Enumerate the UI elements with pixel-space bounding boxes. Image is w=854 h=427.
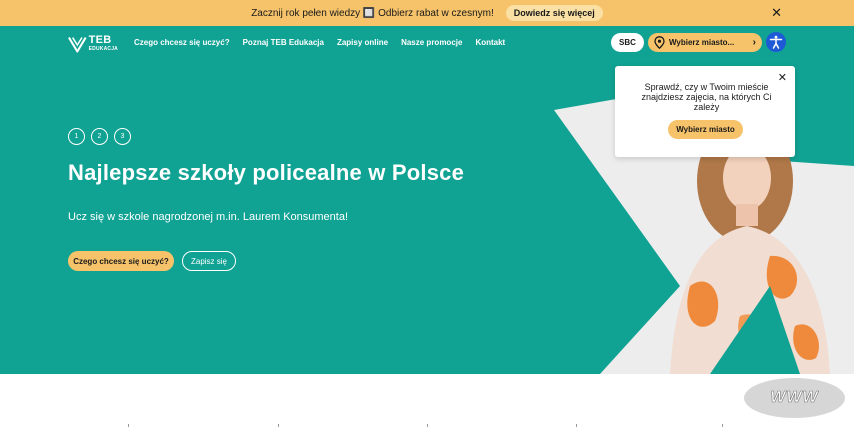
slide-dot-2[interactable]: 2 [91,128,108,145]
promo-bar: Zacznij rok pełen wiedzy 🔲 Odbierz rabat… [0,0,854,26]
sbc-button[interactable]: SBC [611,33,644,52]
location-pin-icon [654,36,665,49]
city-select-button[interactable]: Wybierz miasto... › [648,33,762,52]
teb-logo-mark-icon [68,37,87,53]
slider-pagination: 1 2 3 [68,128,131,145]
popup-text: Sprawdź, czy w Twoim mieście znajdziesz … [641,82,772,112]
nav-item-about[interactable]: Poznaj TEB Edukacja [243,38,324,47]
logo-sub-text: EDUKACJA [88,46,118,52]
nav-item-promotions[interactable]: Nasze promocje [401,38,462,47]
popup-choose-city-button[interactable]: Wybierz miasto [668,120,743,139]
nav-item-contact[interactable]: Kontakt [475,38,505,47]
promo-close-icon[interactable]: ✕ [771,5,782,21]
main-nav: Czego chcesz się uczyć? Poznaj TEB Eduka… [134,38,505,47]
hero-subtitle: Ucz się w szkole nagrodzonej m.in. Laure… [68,211,349,223]
content-section [0,374,854,427]
enroll-cta-button[interactable]: Zapisz się [182,251,236,271]
nav-item-enrollment[interactable]: Zapisy online [337,38,388,47]
promo-text: Zacznij rok pełen wiedzy 🔲 Odbierz rabat… [251,7,494,19]
accessibility-icon [769,35,783,49]
hero-title: Najlepsze szkoły policealne w Polsce [68,160,465,185]
chevron-right-icon: › [752,37,756,48]
courses-cta-button[interactable]: Czego chcesz się uczyć? [68,251,174,271]
slide-dot-3[interactable]: 3 [114,128,131,145]
teb-logo[interactable]: TEB EDUKACJA [68,35,118,55]
nav-item-courses[interactable]: Czego chcesz się uczyć? [134,38,230,47]
city-popup: ✕ Sprawdź, czy w Twoim mieście znajdzies… [615,66,795,157]
promo-learn-more-button[interactable]: Dowiedz się więcej [505,5,603,21]
accessibility-button[interactable] [766,32,786,52]
www-badge: WWW [744,378,845,418]
slide-dot-1[interactable]: 1 [68,128,85,145]
logo-main-text: TEB [88,34,112,46]
city-select-label: Wybierz miasto... [669,38,735,47]
